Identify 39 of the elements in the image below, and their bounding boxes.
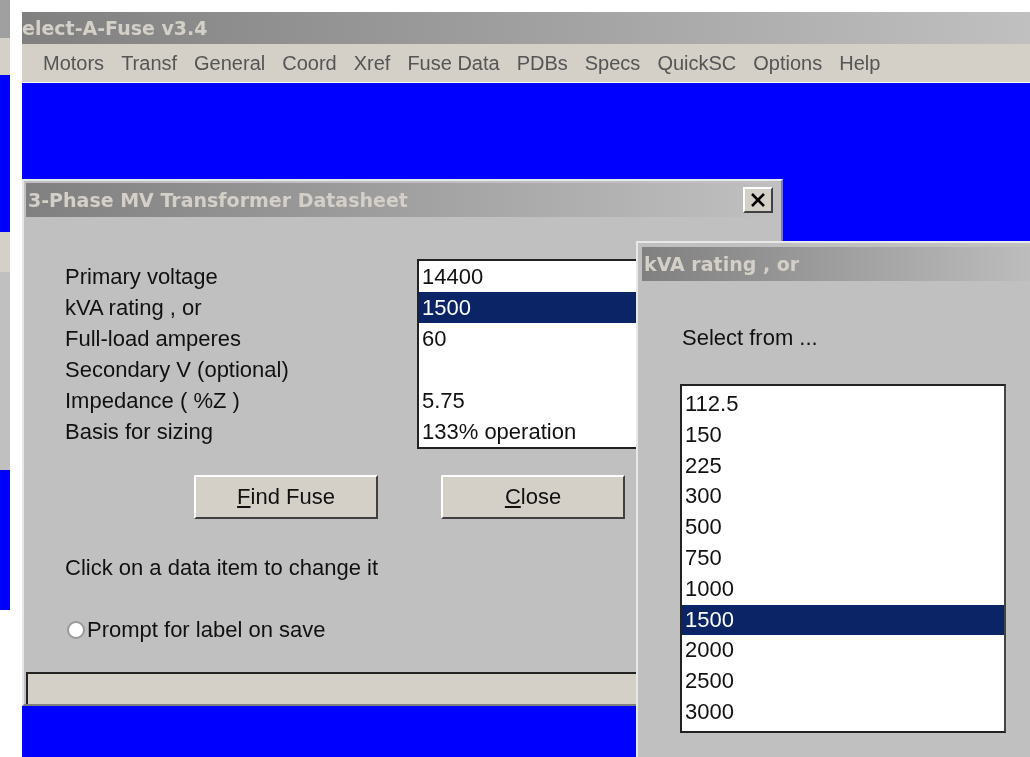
dialog-title: 3-Phase MV Transformer Datasheet: [28, 189, 408, 211]
option-item[interactable]: 150: [682, 419, 1004, 451]
hint-text: Click on a data item to change it: [65, 555, 379, 581]
option-item[interactable]: 3000: [682, 696, 1004, 728]
field-label: Impedance ( %Z ): [65, 387, 241, 415]
option-item[interactable]: 1500: [682, 604, 1004, 636]
option-item[interactable]: 2000: [682, 635, 1004, 667]
menu-item[interactable]: Options: [753, 51, 823, 75]
option-item[interactable]: 500: [682, 512, 1004, 543]
menu-item[interactable]: General: [194, 51, 266, 75]
menu-item[interactable]: Coord: [282, 51, 337, 75]
close-icon: [750, 193, 766, 207]
radio-button[interactable]: [67, 621, 85, 639]
option-item[interactable]: 2500: [682, 666, 1004, 697]
menu-item[interactable]: Help: [839, 51, 881, 75]
window-title: elect-A-Fuse v3.4: [22, 17, 208, 39]
radio-option[interactable]: Prompt for label on save: [67, 617, 326, 643]
option-item[interactable]: 1000: [682, 573, 1004, 605]
prompt-text: Select from ...: [682, 325, 818, 351]
option-item[interactable]: 300: [682, 481, 1004, 513]
close-button[interactable]: [743, 187, 773, 213]
field-label: Full-load amperes: [65, 325, 243, 353]
menu-item[interactable]: QuickSC: [657, 51, 737, 75]
menu-item[interactable]: Transf: [121, 51, 178, 75]
option-item[interactable]: 225: [682, 450, 1004, 482]
option-item[interactable]: 112.5: [682, 389, 1004, 420]
field-label: Primary voltage: [65, 263, 219, 291]
popup-title: kVA rating , or: [644, 253, 800, 275]
option-item[interactable]: 750: [682, 543, 1004, 574]
menu-item[interactable]: Specs: [584, 51, 641, 75]
menu-item[interactable]: PDBs: [516, 51, 568, 75]
menu-item[interactable]: Motors: [43, 51, 105, 75]
menu-item[interactable]: Fuse Data: [407, 51, 500, 75]
field-label: Basis for sizing: [65, 418, 214, 446]
dialog-button[interactable]: Close: [441, 475, 625, 519]
dialog-button[interactable]: Find Fuse: [194, 475, 378, 519]
field-label: kVA rating , or: [65, 294, 203, 322]
field-label: Secondary V (optional): [65, 356, 290, 384]
menu-item[interactable]: Xref: [353, 51, 391, 75]
